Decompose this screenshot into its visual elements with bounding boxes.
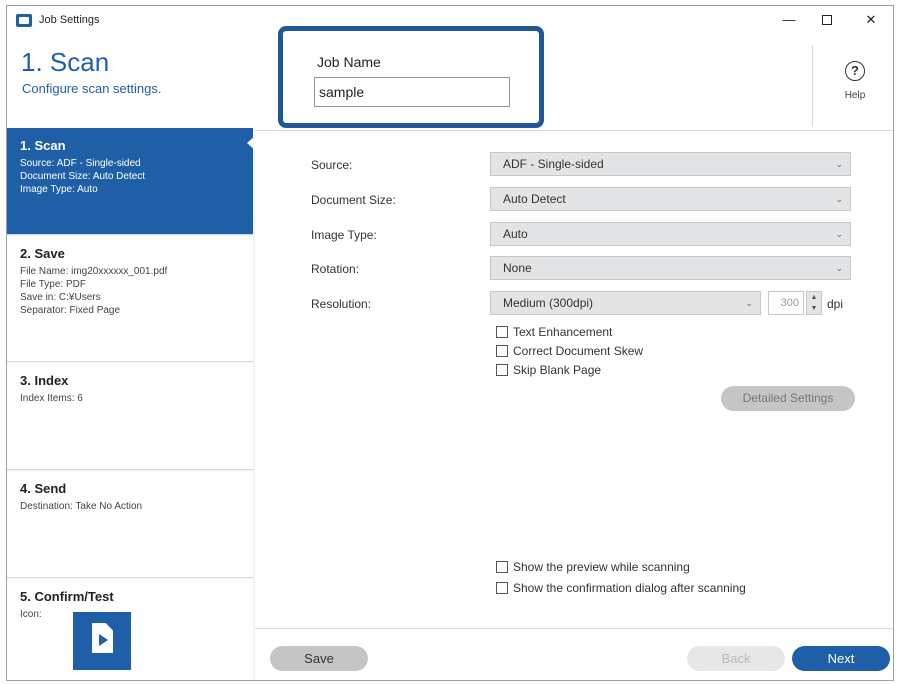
job-icon[interactable] <box>73 612 131 670</box>
sidebar-item-title: 3. Index <box>20 373 69 388</box>
sidebar-item-send[interactable]: 4. Send Destination: Take No Action <box>7 471 253 578</box>
checkbox-label: Show the preview while scanning <box>513 560 690 574</box>
chevron-down-icon: ⌄ <box>835 229 843 239</box>
checkbox-label: Show the confirmation dialog after scann… <box>513 581 746 595</box>
resolution-label: Resolution: <box>311 297 372 311</box>
sidebar-item-title: 2. Save <box>20 246 65 261</box>
chevron-down-icon: ⌄ <box>745 298 753 308</box>
sidebar-item-detail: Save in: C:¥Users <box>20 292 101 303</box>
rotation-value: None <box>503 261 532 275</box>
job-name-highlight: Job Name <box>278 26 544 128</box>
footer-bar: Save Back Next <box>255 628 893 680</box>
scan-settings-form: Source: ADF - Single-sided ⌄ Document Si… <box>255 128 893 628</box>
chevron-down-icon: ⌄ <box>835 194 843 204</box>
maximize-button[interactable] <box>807 9 847 31</box>
steps-sidebar: 1. Scan Source: ADF - Single-sided Docum… <box>7 128 255 680</box>
sidebar-item-detail: Icon: <box>20 609 42 620</box>
maximize-icon <box>822 15 832 25</box>
help-divider <box>812 45 813 127</box>
stepper-down-icon[interactable]: ▼ <box>807 303 821 314</box>
text-enhancement-checkbox[interactable]: Text Enhancement <box>496 325 612 341</box>
sidebar-item-detail: Index Items: 6 <box>20 393 83 404</box>
checkbox-box[interactable] <box>496 326 508 338</box>
sidebar-item-title: 1. Scan <box>20 138 66 153</box>
checkbox-label: Skip Blank Page <box>513 363 602 377</box>
stepper-up-icon[interactable]: ▲ <box>807 292 821 303</box>
source-value: ADF - Single-sided <box>503 157 604 171</box>
checkbox-label: Text Enhancement <box>513 325 613 339</box>
close-button[interactable]: ✕ <box>851 9 891 31</box>
play-icon <box>99 634 108 646</box>
app-icon <box>16 14 32 27</box>
correct-skew-checkbox[interactable]: Correct Document Skew <box>496 344 643 360</box>
sidebar-item-detail: Source: ADF - Single-sided <box>20 158 141 169</box>
source-label: Source: <box>311 158 353 172</box>
window-title: Job Settings <box>39 14 100 26</box>
checkbox-box[interactable] <box>496 582 508 594</box>
resolution-select[interactable]: Medium (300dpi) ⌄ <box>490 291 761 315</box>
resolution-stepper[interactable]: ▲ ▼ <box>806 291 822 315</box>
job-name-label: Job Name <box>317 54 381 70</box>
show-preview-checkbox[interactable]: Show the preview while scanning <box>496 560 690 576</box>
document-size-label: Document Size: <box>311 193 396 207</box>
job-settings-window: Job Settings — ✕ 1. Scan Configure scan … <box>6 5 894 681</box>
sidebar-item-index[interactable]: 3. Index Index Items: 6 <box>7 363 253 470</box>
chevron-down-icon: ⌄ <box>835 263 843 273</box>
resolution-value: Medium (300dpi) <box>503 296 594 310</box>
sidebar-item-save[interactable]: 2. Save File Name: img20xxxxxx_001.pdf F… <box>7 236 253 362</box>
image-type-value: Auto <box>503 227 528 241</box>
sidebar-item-detail: File Name: img20xxxxxx_001.pdf <box>20 266 168 277</box>
chevron-down-icon: ⌄ <box>835 159 843 169</box>
skip-blank-checkbox[interactable]: Skip Blank Page <box>496 363 601 379</box>
help-button[interactable]: ? Help <box>833 61 877 119</box>
sidebar-item-title: 4. Send <box>20 481 67 496</box>
back-button[interactable]: Back <box>687 646 785 671</box>
help-label: Help <box>844 90 866 101</box>
job-name-input[interactable] <box>314 77 510 107</box>
minimize-button[interactable]: — <box>769 9 809 31</box>
page-subtitle: Configure scan settings. <box>22 81 162 96</box>
sidebar-item-detail: Destination: Take No Action <box>20 501 143 512</box>
document-size-select[interactable]: Auto Detect ⌄ <box>490 187 851 211</box>
checkbox-box[interactable] <box>496 561 508 573</box>
page-title: 1. Scan <box>21 47 110 77</box>
checkbox-box[interactable] <box>496 345 508 357</box>
active-step-indicator <box>247 136 255 150</box>
image-type-select[interactable]: Auto ⌄ <box>490 222 851 246</box>
sidebar-item-detail: Separator: Fixed Page <box>20 305 121 316</box>
resolution-custom-input[interactable]: 300 <box>768 291 804 315</box>
rotation-label: Rotation: <box>311 262 360 276</box>
help-icon: ? <box>845 61 865 81</box>
source-select[interactable]: ADF - Single-sided ⌄ <box>490 152 851 176</box>
checkbox-box[interactable] <box>496 364 508 376</box>
sidebar-item-title: 5. Confirm/Test <box>20 589 114 604</box>
next-button[interactable]: Next <box>792 646 890 671</box>
save-button[interactable]: Save <box>270 646 368 671</box>
sidebar-item-scan[interactable]: 1. Scan Source: ADF - Single-sided Docum… <box>7 128 255 235</box>
document-size-value: Auto Detect <box>503 192 566 206</box>
sidebar-item-detail: Document Size: Auto Detect <box>20 171 146 182</box>
resolution-unit: dpi <box>827 297 844 311</box>
sidebar-item-detail: Image Type: Auto <box>20 184 98 195</box>
show-confirmation-checkbox[interactable]: Show the confirmation dialog after scann… <box>496 581 746 597</box>
checkbox-label: Correct Document Skew <box>513 344 644 358</box>
sidebar-item-detail: File Type: PDF <box>20 279 86 290</box>
sidebar-item-confirm-test[interactable]: 5. Confirm/Test Icon: <box>7 579 253 680</box>
detailed-settings-button[interactable]: Detailed Settings <box>721 386 855 411</box>
image-type-label: Image Type: <box>311 228 377 242</box>
rotation-select[interactable]: None ⌄ <box>490 256 851 280</box>
